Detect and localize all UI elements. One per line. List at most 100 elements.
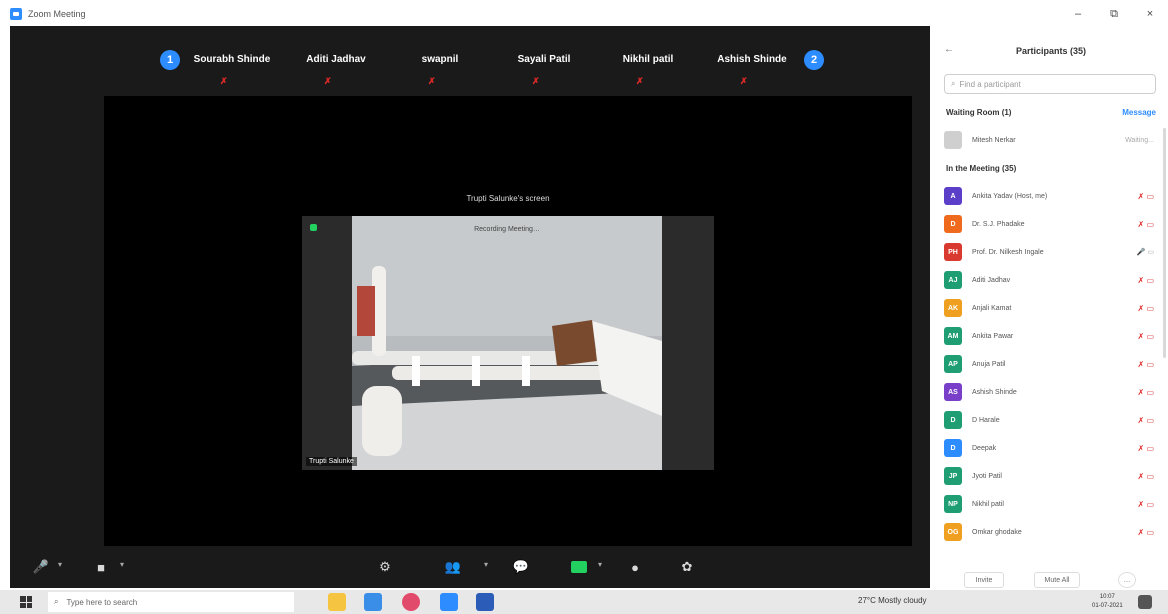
participant-row[interactable]: JP Jyoti Patil ✗ ▭: [944, 464, 1160, 488]
participant-row[interactable]: OG Omkar ghodake ✗ ▭: [944, 520, 1160, 544]
participant-name: swapnil: [421, 54, 459, 65]
taskbar-clock[interactable]: 10:07 01-07-2021: [1092, 593, 1123, 611]
chevron-down-icon[interactable]: ▾: [598, 560, 602, 569]
avatar: D: [944, 411, 962, 429]
participant-name: Jyoti Patil: [972, 472, 1002, 480]
participant-name: Anjali Kamat: [972, 304, 1012, 312]
participants-icon[interactable]: 👥: [440, 556, 466, 578]
participant-name: Aditi Jadhav: [306, 54, 366, 65]
notifications-icon[interactable]: [1138, 595, 1152, 609]
zoom-taskbar-icon[interactable]: [440, 593, 458, 611]
mic-muted-icon: ✗: [532, 76, 540, 86]
participant-row[interactable]: D Deepak ✗ ▭: [944, 436, 1160, 460]
participant-thumbnail[interactable]: swapnil ✗: [388, 42, 492, 92]
avatar: D: [944, 439, 962, 457]
panel-scrollbar[interactable]: [1163, 128, 1166, 358]
participant-thumbnail[interactable]: Ashish Shinde ✗: [700, 42, 804, 92]
avatar: AK: [944, 299, 962, 317]
avatar: AP: [944, 355, 962, 373]
participant-row[interactable]: AP Anuja Patil ✗ ▭: [944, 352, 1160, 376]
participant-name: Ashish Shinde: [972, 388, 1017, 396]
waiting-participant-row[interactable]: Mitesh Nerkar Waiting...: [944, 128, 1160, 152]
reactions-icon[interactable]: ✿: [674, 556, 700, 578]
share-screen-icon[interactable]: [566, 556, 592, 578]
share-status-icon: [310, 224, 317, 231]
chevron-down-icon[interactable]: ▾: [58, 560, 62, 569]
participant-row[interactable]: PH Prof. Dr. Nilkesh Ingale 🎤 ▭: [944, 240, 1160, 264]
security-icon[interactable]: ⚙: [372, 556, 398, 578]
mic-muted-icon: ✗ ▭: [1137, 499, 1154, 509]
store-icon[interactable]: [364, 593, 382, 611]
search-placeholder: Find a participant: [959, 79, 1021, 89]
avatar: PH: [944, 243, 962, 261]
collapse-icon[interactable]: ←: [944, 44, 954, 55]
mute-all-button[interactable]: Mute All: [1034, 572, 1080, 588]
window-title: Zoom Meeting: [28, 9, 86, 19]
record-icon[interactable]: ●: [622, 556, 648, 578]
windows-start-icon[interactable]: [20, 596, 32, 608]
message-link[interactable]: Message: [1122, 108, 1156, 117]
panel-footer: Invite Mute All …: [934, 568, 1168, 590]
word-icon[interactable]: [476, 593, 494, 611]
participants-panel: ← Participants (35) ⌕ Find a participant…: [934, 28, 1168, 590]
mic-muted-icon: ✗ ▭: [1137, 359, 1154, 369]
participant-row[interactable]: AK Anjali Kamat ✗ ▭: [944, 296, 1160, 320]
participant-name: Prof. Dr. Nilkesh Ingale: [972, 248, 1044, 256]
panel-title: Participants (35): [1015, 46, 1087, 56]
mic-muted-icon[interactable]: 🎤: [28, 556, 54, 578]
mic-muted-icon: ✗: [220, 76, 228, 86]
mic-icon: 🎤 ▭: [1136, 249, 1154, 256]
participant-name: Aditi Jadhav: [972, 276, 1011, 284]
strip-prev-button[interactable]: 1: [160, 50, 180, 70]
recording-label: Recording Meeting…: [474, 226, 540, 233]
avatar: AM: [944, 327, 962, 345]
more-options-button[interactable]: …: [1118, 572, 1136, 588]
participant-thumbnail[interactable]: Sourabh Shinde ✗: [180, 42, 284, 92]
participant-thumbnail[interactable]: Aditi Jadhav ✗: [284, 42, 388, 92]
participant-thumbnail[interactable]: Nikhil patil ✗: [596, 42, 700, 92]
participant-row[interactable]: AS Ashish Shinde ✗ ▭: [944, 380, 1160, 404]
weather-status[interactable]: 27°C Mostly cloudy: [858, 596, 927, 605]
mic-muted-icon: ✗ ▭: [1137, 191, 1154, 201]
waiting-room-header[interactable]: Waiting Room (1): [946, 108, 1011, 117]
window-controls: – ⧉ ×: [1060, 0, 1168, 28]
participant-row[interactable]: D Dr. S.J. Phadake ✗ ▭: [944, 212, 1160, 236]
file-explorer-icon[interactable]: [328, 593, 346, 611]
minimize-button[interactable]: –: [1060, 0, 1096, 28]
participant-name: Sourabh Shinde: [193, 54, 271, 65]
shared-video-image: Recording Meeting…: [352, 216, 662, 470]
maximize-button[interactable]: ⧉: [1096, 0, 1132, 28]
in-meeting-header[interactable]: In the Meeting (35): [946, 164, 1016, 173]
chat-icon[interactable]: 💬: [508, 556, 534, 578]
participant-search-input[interactable]: ⌕ Find a participant: [944, 74, 1156, 94]
close-button[interactable]: ×: [1132, 0, 1168, 28]
search-icon: ⌕: [951, 79, 956, 88]
participant-row[interactable]: D D Harale ✗ ▭: [944, 408, 1160, 432]
chevron-down-icon[interactable]: ▾: [484, 560, 488, 569]
windows-taskbar: ⌕ Type here to search 27°C Mostly cloudy…: [0, 590, 1168, 614]
pipe-experiment-image: [352, 216, 662, 470]
meeting-toolbar: 🎤 ▾ ■ ▾ ⚙ 👥 ▾ 💬 ▾ ● ✿: [10, 546, 930, 588]
mic-muted-icon: ✗: [636, 76, 644, 86]
participant-name: Omkar ghodake: [972, 528, 1022, 536]
participant-row[interactable]: A Ankita Yadav (Host, me) ✗ ▭: [944, 184, 1160, 208]
strip-next-button[interactable]: 2: [804, 50, 824, 70]
invite-button[interactable]: Invite: [964, 572, 1004, 588]
video-off-icon[interactable]: ■: [88, 556, 114, 578]
participant-row[interactable]: AJ Aditi Jadhav ✗ ▭: [944, 268, 1160, 292]
search-icon: ⌕: [54, 597, 59, 606]
mic-muted-icon: ✗ ▭: [1137, 527, 1154, 537]
waiting-status: Waiting...: [1125, 136, 1154, 144]
participant-name: Mitesh Nerkar: [972, 136, 1016, 144]
participant-row[interactable]: NP Nikhil patil ✗ ▭: [944, 492, 1160, 516]
chevron-down-icon[interactable]: ▾: [120, 560, 124, 569]
participant-row[interactable]: AM Ankita Pawar ✗ ▭: [944, 324, 1160, 348]
mic-muted-icon: ✗: [324, 76, 332, 86]
clock-date: 01-07-2021: [1092, 603, 1123, 609]
participant-name: Nikhil patil: [622, 54, 674, 65]
participant-thumbnail[interactable]: Sayali Patil ✗: [492, 42, 596, 92]
mic-muted-icon: ✗: [428, 76, 436, 86]
mic-muted-icon: ✗ ▭: [1137, 387, 1154, 397]
browser-icon[interactable]: [402, 593, 420, 611]
taskbar-search-input[interactable]: ⌕ Type here to search: [48, 592, 294, 612]
